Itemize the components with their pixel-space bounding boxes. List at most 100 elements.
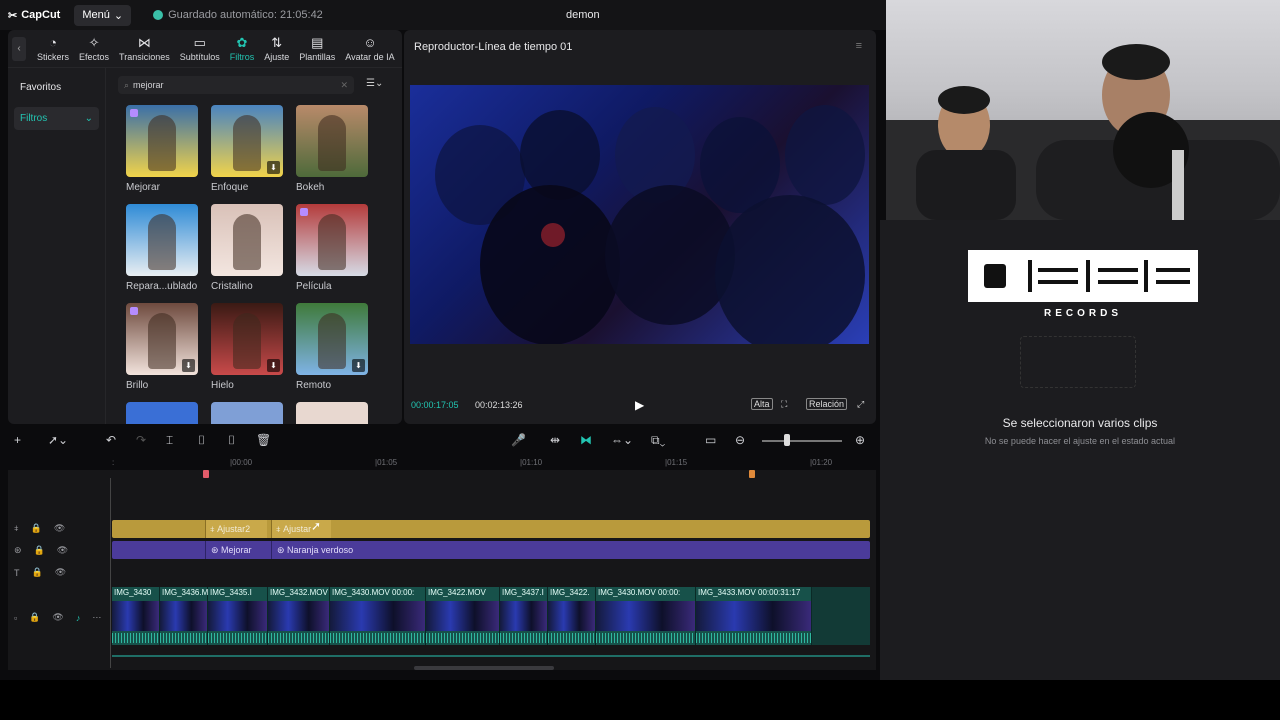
trim-left-icon[interactable]: ⌷ [198,433,205,448]
download-icon[interactable]: ⬇ [267,161,280,174]
zoom-in-icon[interactable]: ⊕ [855,433,865,447]
fullscreen-icon[interactable]: ⤢ [857,399,864,410]
pro-badge-icon [130,307,138,315]
cover-icon[interactable]: ▫ [14,613,17,623]
zoom-slider-handle[interactable] [784,434,790,446]
video-clip[interactable]: IMG_3430 [112,587,160,645]
video-clip[interactable]: IMG_3422.MOV [426,587,500,645]
link-icon[interactable]: ⇹ [550,433,560,447]
clip-label: Ajustar [283,524,312,534]
adjust-clip[interactable]: ⧧ Ajustar [271,520,331,538]
lock-icon[interactable]: 🔒 [31,523,42,534]
video-clip[interactable]: IMG_3430.MOV 00:00: [596,587,696,645]
filter-sidebar: Favoritos Filtros ⌄ [8,68,106,424]
zoom-out-icon[interactable]: ⊖ [735,433,745,447]
tab-efectos[interactable]: ✧ Efectos [74,30,114,68]
redo-icon[interactable]: ↷ [136,433,146,447]
filter-item[interactable]: ⬇ Enfoque [211,105,283,193]
filter-track[interactable]: ⊛ Mejorar ⊛ Naranja verdoso [112,541,870,559]
filter-item[interactable]: ⬇ Hielo [211,303,283,391]
trim-right-icon[interactable]: ⌷ [228,433,235,448]
magnet-icon[interactable]: ⧓ [580,433,592,447]
download-icon[interactable]: ⬇ [182,359,195,372]
search-input[interactable]: ⌕ mejorar ✕ [118,76,354,94]
preview-axis-icon[interactable]: ⇔⌄ [611,433,633,447]
video-clip[interactable]: IMG_3433.MOV 00:00:31:17 [696,587,812,645]
filter-item[interactable]: ⬇ Brillo [126,303,198,391]
adjust-track[interactable]: ⧧ Ajustar2 ⧧ Ajustar [112,520,870,538]
playhead[interactable] [203,470,209,478]
split-icon[interactable]: ⌶ [166,433,173,448]
thumbnail-subject [148,214,176,270]
tab-filtros[interactable]: ✿ Filtros [225,30,260,68]
filter-thumbnail [126,402,198,424]
replace-icon[interactable]: ⧉⌄ [651,433,665,448]
collapse-button[interactable]: ‹ [12,36,26,61]
lock-icon[interactable]: 🔒 [29,612,40,623]
video-preview[interactable] [410,85,869,344]
undo-icon[interactable]: ↶ [106,433,116,447]
menu-label: Menú [82,9,110,21]
screenshot-icon[interactable]: ⛶ [781,399,787,410]
zoom-slider[interactable] [762,440,842,442]
video-clip[interactable]: IMG_3437.I [500,587,548,645]
ruler-tick: |01:10 [520,458,543,467]
tab-ajuste[interactable]: ⇅ Ajuste [259,30,294,68]
quality-button[interactable]: Alta [751,398,773,410]
video-clip[interactable]: IMG_3435.I [208,587,268,645]
select-tool-icon[interactable]: ➚⌄ [48,433,68,447]
filter-item[interactable]: Bokeh [296,105,368,193]
download-icon[interactable]: ⬇ [267,359,280,372]
video-clip[interactable]: IMG_3430.MOV 00:00: [330,587,426,645]
filter-item[interactable] [296,402,368,424]
tab-stickers[interactable]: ◔ Stickers [32,30,74,68]
filter-item[interactable]: ⬇ Remoto [296,303,368,391]
player-menu-icon[interactable]: ≡ [856,40,862,52]
filter-item[interactable] [126,402,198,424]
eye-icon[interactable]: 👁 [54,523,65,534]
clip-frames [330,601,425,631]
add-track-icon[interactable]: + [14,433,21,447]
filter-item[interactable]: Repara...ublado [126,204,198,292]
filter-thumbnail [296,105,368,177]
tab-plantillas[interactable]: ▤ Plantillas [294,30,340,68]
tab-subtítulos[interactable]: ▭ Subtítulos [175,30,225,68]
filter-clip[interactable]: ⊛ Naranja verdoso [271,541,870,559]
download-icon[interactable]: ⬇ [352,359,365,372]
delete-icon[interactable]: 🗑 [256,433,271,447]
eye-icon[interactable]: 👁 [52,612,63,623]
menu-button[interactable]: Menú ⌄ [74,4,132,26]
audio-icon[interactable]: ♪ [76,613,81,623]
adjust-clip[interactable]: ⧧ Ajustar2 [205,520,267,538]
timeline-start-line [110,478,111,668]
filter-item[interactable]: Mejorar [126,105,198,193]
horizontal-scrollbar[interactable] [414,666,554,670]
clear-icon[interactable]: ✕ [340,80,348,91]
lock-icon[interactable]: 🔒 [32,567,43,578]
ratio-button[interactable]: Relación [806,398,848,410]
eye-icon[interactable]: 👁 [55,567,66,578]
tab-avatar-de-ia[interactable]: ☺ Avatar de IA [340,30,399,68]
sort-button[interactable]: ☰⌄ [366,78,383,89]
video-clip[interactable]: IMG_3436.MOV [160,587,209,645]
video-clip[interactable]: IMG_3422. [548,587,596,645]
sidebar-item-filtros[interactable]: Filtros ⌄ [14,107,99,130]
video-clip[interactable]: IMG_3432.MOV [268,587,330,645]
video-track[interactable]: IMG_3430 IMG_3436.MOVIMG_3435.I IMG_3432.M… [112,587,870,645]
timeline-marker[interactable] [749,470,755,478]
project-title: demon [566,9,600,21]
play-button[interactable]: ▶ [635,398,644,412]
clip-label: Ajustar2 [217,524,251,534]
filter-clip[interactable]: ⊛ Mejorar [205,541,267,559]
microphone-icon[interactable]: 🎤 [511,433,526,447]
clip-label: Naranja verdoso [287,545,354,555]
more-icon[interactable]: ⋯ [92,612,101,623]
caption-icon[interactable]: ▭ [705,433,716,447]
eye-icon[interactable]: 👁 [57,545,68,556]
tab-transiciones[interactable]: ⋈ Transiciones [114,30,175,68]
filter-item[interactable] [211,402,283,424]
filter-item[interactable]: Cristalino [211,204,283,292]
sidebar-item-favoritos[interactable]: Favoritos [14,76,99,99]
filter-item[interactable]: Película [296,204,368,292]
lock-icon[interactable]: 🔒 [34,545,45,556]
